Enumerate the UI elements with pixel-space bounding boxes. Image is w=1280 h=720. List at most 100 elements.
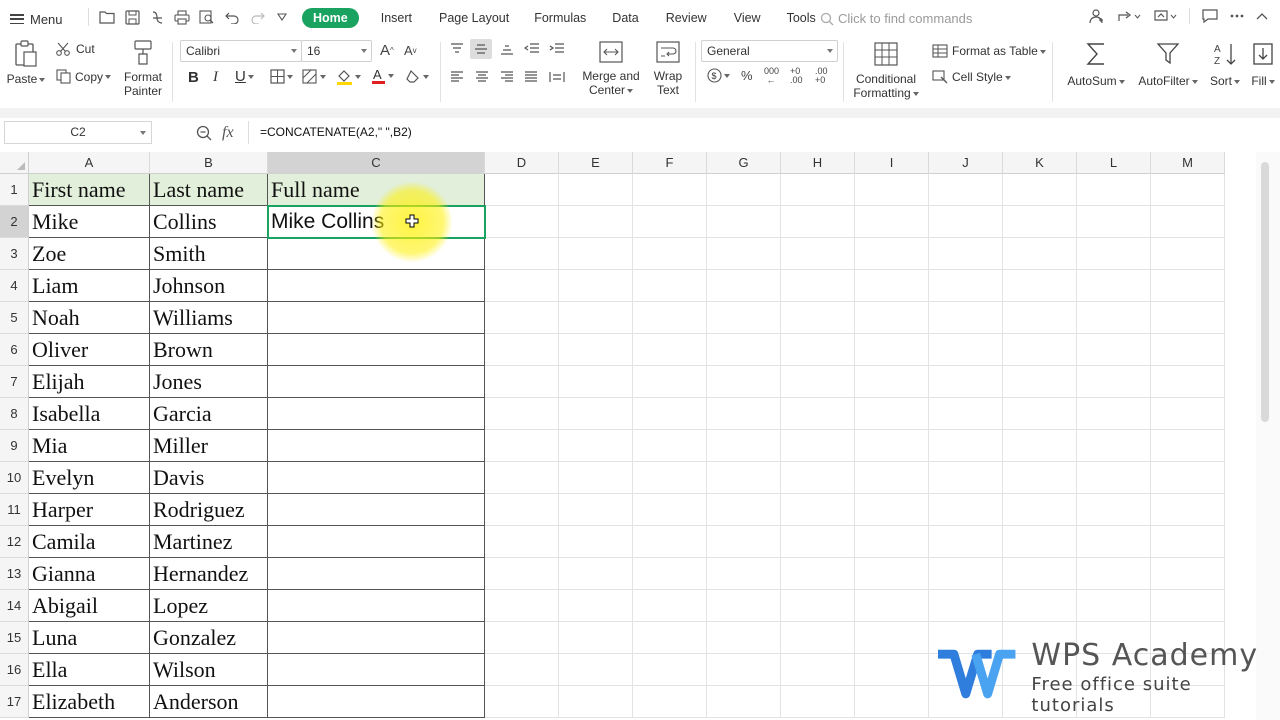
formula-input[interactable]: =CONCATENATE(A2," ",B2): [248, 121, 1280, 144]
grid-cell[interactable]: [268, 686, 485, 718]
grid-cell[interactable]: Mike Collins: [268, 206, 485, 238]
grid-cell[interactable]: [268, 654, 485, 686]
column-header-k[interactable]: K: [1003, 152, 1077, 174]
grid-cell[interactable]: Williams: [150, 302, 268, 334]
grid-cell[interactable]: Elijah: [29, 366, 150, 398]
grid-cell[interactable]: [781, 238, 855, 270]
grid-cell[interactable]: [707, 334, 781, 366]
grid-cell[interactable]: [855, 206, 929, 238]
grid-cell[interactable]: [707, 558, 781, 590]
grid-cell[interactable]: [485, 654, 559, 686]
grid-cell[interactable]: [781, 270, 855, 302]
save-icon[interactable]: [123, 8, 141, 26]
number-format-select[interactable]: General: [701, 40, 838, 62]
grid-cell[interactable]: [559, 558, 633, 590]
borders-icon[interactable]: [270, 69, 293, 84]
grid-cell[interactable]: [781, 494, 855, 526]
grid-cell[interactable]: Oliver: [29, 334, 150, 366]
row-header-8[interactable]: 8: [0, 398, 29, 430]
grid-cell[interactable]: [559, 494, 633, 526]
grid-cell[interactable]: Garcia: [150, 398, 268, 430]
grid-cell[interactable]: [1003, 366, 1077, 398]
grid-cell[interactable]: [268, 622, 485, 654]
align-center-icon[interactable]: [475, 71, 489, 83]
grid-cell[interactable]: [559, 526, 633, 558]
grid-cell[interactable]: Jones: [150, 366, 268, 398]
row-header-4[interactable]: 4: [0, 270, 29, 302]
column-header-l[interactable]: L: [1077, 152, 1151, 174]
grid-cell[interactable]: [781, 302, 855, 334]
grid-cell[interactable]: [1151, 334, 1225, 366]
grid-cell[interactable]: [1077, 590, 1151, 622]
grid-cell[interactable]: [633, 430, 707, 462]
grid-cell[interactable]: [929, 558, 1003, 590]
grid-cell[interactable]: [929, 270, 1003, 302]
grid-cell[interactable]: [268, 270, 485, 302]
scrollbar-thumb[interactable]: [1261, 162, 1269, 422]
grid-cell[interactable]: [1151, 366, 1225, 398]
grid-cell[interactable]: [485, 174, 559, 206]
grid-cell[interactable]: [707, 174, 781, 206]
grid-cell[interactable]: [1003, 270, 1077, 302]
align-right-icon[interactable]: [500, 71, 514, 83]
grid-cell[interactable]: [781, 430, 855, 462]
tab-tools[interactable]: Tools: [787, 8, 816, 28]
grid-cell[interactable]: [929, 174, 1003, 206]
grid-cell[interactable]: [633, 622, 707, 654]
distributed-icon[interactable]: [549, 71, 565, 83]
grid-cell[interactable]: [781, 686, 855, 718]
grid-cell[interactable]: [485, 238, 559, 270]
grid-cell[interactable]: [1151, 590, 1225, 622]
undo-icon[interactable]: [223, 8, 241, 26]
grid-cell[interactable]: Isabella: [29, 398, 150, 430]
grid-cell[interactable]: [929, 334, 1003, 366]
column-header-g[interactable]: G: [707, 152, 781, 174]
grid-cell[interactable]: [707, 686, 781, 718]
command-search[interactable]: Click to find commands: [820, 11, 972, 26]
row-header-12[interactable]: 12: [0, 526, 29, 558]
row-header-9[interactable]: 9: [0, 430, 29, 462]
grid-cell[interactable]: [781, 654, 855, 686]
tab-data[interactable]: Data: [612, 8, 638, 28]
increase-decimal-icon[interactable]: +0.00: [790, 67, 803, 85]
grid-cell[interactable]: [1003, 174, 1077, 206]
grid-cell[interactable]: [1151, 270, 1225, 302]
grid-cell[interactable]: [1003, 430, 1077, 462]
grid-cell[interactable]: [633, 526, 707, 558]
grid-cell[interactable]: [855, 430, 929, 462]
grid-cell[interactable]: [855, 302, 929, 334]
grid-cell[interactable]: [268, 526, 485, 558]
grid-cell[interactable]: [855, 590, 929, 622]
print-icon[interactable]: [173, 8, 191, 26]
grid-cell[interactable]: [707, 494, 781, 526]
currency-icon[interactable]: $: [707, 68, 730, 83]
grid-cell[interactable]: [633, 590, 707, 622]
column-header-d[interactable]: D: [485, 152, 559, 174]
grid-cell[interactable]: [1003, 398, 1077, 430]
grid-cell[interactable]: [485, 302, 559, 334]
grid-cell[interactable]: [268, 398, 485, 430]
decrease-decimal-icon[interactable]: .00 +0: [815, 67, 828, 85]
grid-cell[interactable]: [1077, 174, 1151, 206]
fill-color-icon[interactable]: [336, 68, 361, 85]
grid-cell[interactable]: [707, 462, 781, 494]
grid-cell[interactable]: Wilson: [150, 654, 268, 686]
grid-cell[interactable]: [929, 462, 1003, 494]
grid-cell[interactable]: [268, 590, 485, 622]
grid-cell[interactable]: Martinez: [150, 526, 268, 558]
grid-cell[interactable]: [1151, 174, 1225, 206]
grid-cell[interactable]: [485, 526, 559, 558]
grid-cell[interactable]: [559, 590, 633, 622]
more-icon[interactable]: [1230, 14, 1244, 18]
grid-cell[interactable]: [633, 558, 707, 590]
customize-toolbar-icon[interactable]: [273, 8, 291, 26]
wrap-text-button[interactable]: Wrap Text: [648, 41, 688, 97]
grid-cell[interactable]: [929, 302, 1003, 334]
grid-cell[interactable]: [855, 238, 929, 270]
grid-cell[interactable]: Ella: [29, 654, 150, 686]
justify-icon[interactable]: [524, 71, 538, 83]
main-menu-button[interactable]: Menu: [10, 10, 63, 28]
row-header-13[interactable]: 13: [0, 558, 29, 590]
row-header-1[interactable]: 1: [0, 174, 29, 206]
grid-cell[interactable]: [485, 686, 559, 718]
